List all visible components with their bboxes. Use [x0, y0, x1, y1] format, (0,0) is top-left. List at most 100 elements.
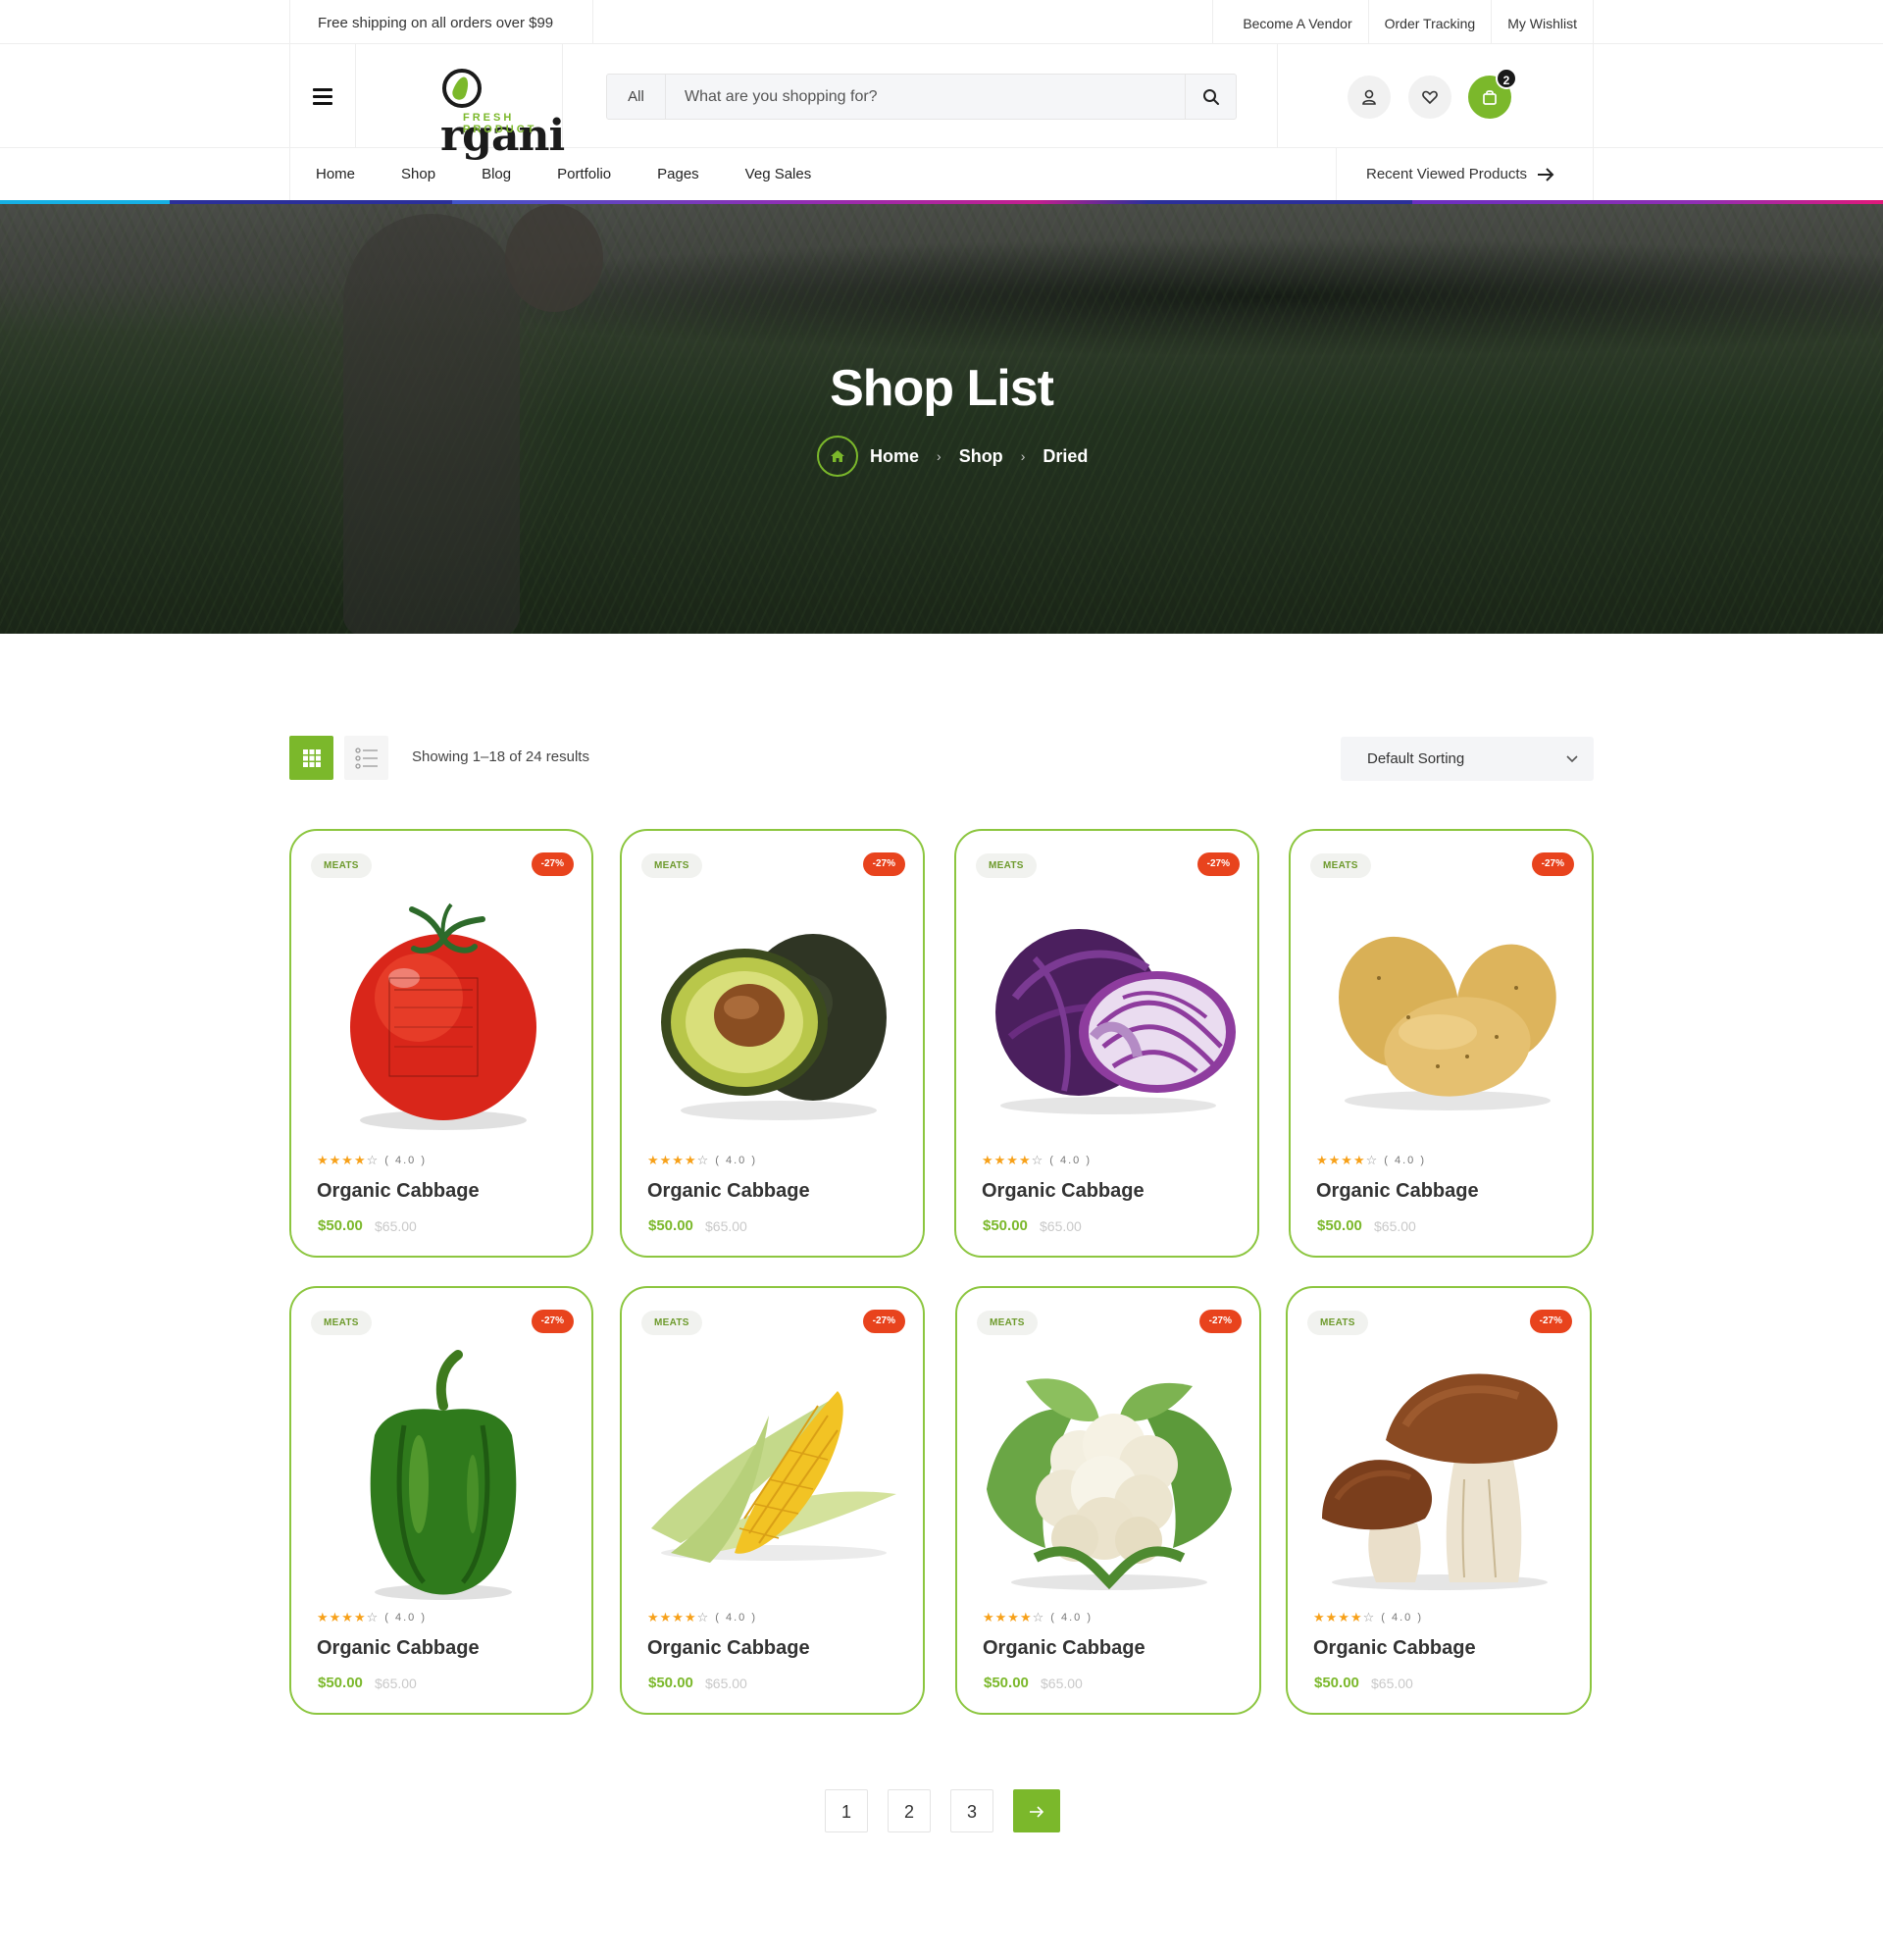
breadcrumb-shop[interactable]: Shop: [959, 446, 1003, 467]
product-card[interactable]: MEATS -27% ★★★★☆ ( 4.0 ) Organic Cabbage…: [620, 829, 925, 1258]
discount-badge: -27%: [531, 852, 574, 876]
nav-item-blog[interactable]: Blog: [482, 166, 511, 182]
product-old-price: $65.00: [1040, 1218, 1082, 1234]
user-icon: [1362, 89, 1376, 105]
product-old-price: $65.00: [1374, 1218, 1416, 1234]
recent-viewed-label: Recent Viewed Products: [1366, 166, 1527, 182]
product-card[interactable]: MEATS -27% ★★★★☆ ( 4.0 ) Organic Cabbage…: [289, 829, 593, 1258]
product-card[interactable]: MEATS -27% ★★★★☆ ( 4.0 ) Organic Cabbage…: [1286, 1286, 1592, 1715]
discount-badge: -27%: [1529, 1310, 1572, 1333]
cart-count-badge: 2: [1496, 68, 1517, 89]
search-category-select[interactable]: All: [607, 75, 666, 119]
product-price: $50.00: [648, 1675, 693, 1691]
site-header: rgani FRESH PRODUCT All 2: [0, 44, 1883, 161]
star-rating-icon: ★★★★☆: [1313, 1610, 1376, 1625]
field-background: [0, 204, 1883, 634]
product-card[interactable]: MEATS -27% ★★★★☆ ( 4.0 ) Organic Cabbage…: [955, 1286, 1261, 1715]
product-name[interactable]: Organic Cabbage: [982, 1180, 1145, 1203]
product-rating: ★★★★☆ ( 4.0 ): [1313, 1610, 1423, 1625]
recent-viewed-products-link[interactable]: Recent Viewed Products: [1336, 148, 1593, 200]
product-card[interactable]: MEATS -27% ★★★★☆ ( 4.0 ) Organic Cabbage…: [1289, 829, 1594, 1258]
mushrooms-image: [1307, 1352, 1572, 1597]
tomato-image: [311, 895, 576, 1140]
page-1-button[interactable]: 1: [825, 1789, 868, 1832]
header-inner: rgani FRESH PRODUCT All 2: [289, 44, 1594, 161]
grid-view-button[interactable]: [289, 736, 333, 780]
product-name[interactable]: Organic Cabbage: [1316, 1180, 1479, 1203]
top-bar: Free shipping on all orders over $99 Bec…: [0, 0, 1883, 44]
account-button[interactable]: [1348, 76, 1391, 119]
page-hero: Shop List Home › Shop › Dried: [0, 204, 1883, 634]
product-name[interactable]: Organic Cabbage: [983, 1637, 1145, 1660]
product-card[interactable]: MEATS -27% ★★★★☆ ( 4.0 ) Organic Cabbage…: [289, 1286, 593, 1715]
green-pepper-image: [311, 1350, 576, 1600]
search-input[interactable]: [667, 75, 1187, 119]
nav-item-pages[interactable]: Pages: [657, 166, 699, 182]
sort-label: Default Sorting: [1367, 750, 1465, 767]
top-links: Become A Vendor Order Tracking My Wishli…: [1212, 0, 1593, 44]
chevron-down-icon: [1566, 755, 1578, 763]
red-cabbage-image: [976, 895, 1241, 1140]
category-badge: MEATS: [311, 1311, 372, 1335]
star-rating-icon: ★★★★☆: [317, 1153, 380, 1167]
page-title: Shop List: [830, 360, 1054, 417]
rating-value: ( 4.0 ): [384, 1155, 428, 1166]
home-icon[interactable]: [817, 436, 858, 477]
wishlist-button[interactable]: [1408, 76, 1451, 119]
category-badge: MEATS: [976, 853, 1037, 878]
nav-item-veg-sales[interactable]: Veg Sales: [745, 166, 812, 182]
sort-select[interactable]: Default Sorting: [1341, 737, 1594, 781]
nav-item-portfolio[interactable]: Portfolio: [557, 166, 611, 182]
product-old-price: $65.00: [705, 1676, 747, 1691]
discount-badge: -27%: [1196, 852, 1240, 876]
search-button[interactable]: [1185, 75, 1236, 119]
product-name[interactable]: Organic Cabbage: [317, 1637, 480, 1660]
product-card[interactable]: MEATS -27% ★★★★☆ ( 4.0 ) Organic Cabbage…: [620, 1286, 925, 1715]
order-tracking-link[interactable]: Order Tracking: [1367, 0, 1492, 44]
list-view-button[interactable]: [344, 736, 388, 780]
menu-button[interactable]: [290, 44, 356, 148]
category-badge: MEATS: [1307, 1311, 1368, 1335]
shop-toolbar: Showing 1–18 of 24 results Default Sorti…: [289, 734, 1594, 781]
page-3-button[interactable]: 3: [950, 1789, 993, 1832]
product-name[interactable]: Organic Cabbage: [647, 1637, 810, 1660]
become-vendor-link[interactable]: Become A Vendor: [1212, 0, 1367, 44]
product-rating: ★★★★☆ ( 4.0 ): [1316, 1153, 1426, 1168]
logo-tagline: FRESH PRODUCT: [463, 112, 537, 135]
rating-value: ( 4.0 ): [1381, 1612, 1424, 1624]
hamburger-icon: [313, 86, 332, 107]
product-old-price: $65.00: [375, 1676, 417, 1691]
product-rating: ★★★★☆ ( 4.0 ): [982, 1153, 1092, 1168]
product-price: $50.00: [983, 1217, 1028, 1234]
nav-item-shop[interactable]: Shop: [401, 166, 435, 182]
product-price: $50.00: [984, 1675, 1029, 1691]
page-2-button[interactable]: 2: [888, 1789, 931, 1832]
product-rating: ★★★★☆ ( 4.0 ): [983, 1610, 1093, 1625]
next-page-button[interactable]: [1013, 1789, 1060, 1832]
nav-item-home[interactable]: Home: [316, 166, 355, 182]
product-card[interactable]: MEATS -27% ★★★★☆ ( 4.0 ) Organic Cabbage…: [954, 829, 1259, 1258]
chevron-right-icon: ›: [1020, 448, 1026, 464]
category-badge: MEATS: [311, 853, 372, 878]
product-price: $50.00: [648, 1217, 693, 1234]
product-name[interactable]: Organic Cabbage: [317, 1180, 480, 1203]
star-rating-icon: ★★★★☆: [983, 1610, 1045, 1625]
star-rating-icon: ★★★★☆: [647, 1610, 710, 1625]
product-name[interactable]: Organic Cabbage: [647, 1180, 810, 1203]
heart-icon: [1422, 90, 1438, 105]
category-badge: MEATS: [1310, 853, 1371, 878]
chevron-right-icon: ›: [937, 448, 942, 464]
wishlist-link[interactable]: My Wishlist: [1491, 0, 1593, 44]
potatoes-image: [1310, 895, 1575, 1140]
divider: [592, 0, 593, 44]
product-rating: ★★★★☆ ( 4.0 ): [647, 1153, 757, 1168]
breadcrumb-home[interactable]: Home: [870, 446, 919, 467]
cart-button[interactable]: 2: [1468, 68, 1517, 119]
top-bar-inner: Free shipping on all orders over $99 Bec…: [289, 0, 1594, 44]
product-name[interactable]: Organic Cabbage: [1313, 1637, 1476, 1660]
logo[interactable]: rgani FRESH PRODUCT: [356, 44, 565, 161]
main-nav: Home Shop Blog Portfolio Pages Veg Sales…: [0, 148, 1883, 200]
product-rating: ★★★★☆ ( 4.0 ): [317, 1610, 427, 1625]
product-price: $50.00: [318, 1217, 363, 1234]
rating-value: ( 4.0 ): [715, 1612, 758, 1624]
